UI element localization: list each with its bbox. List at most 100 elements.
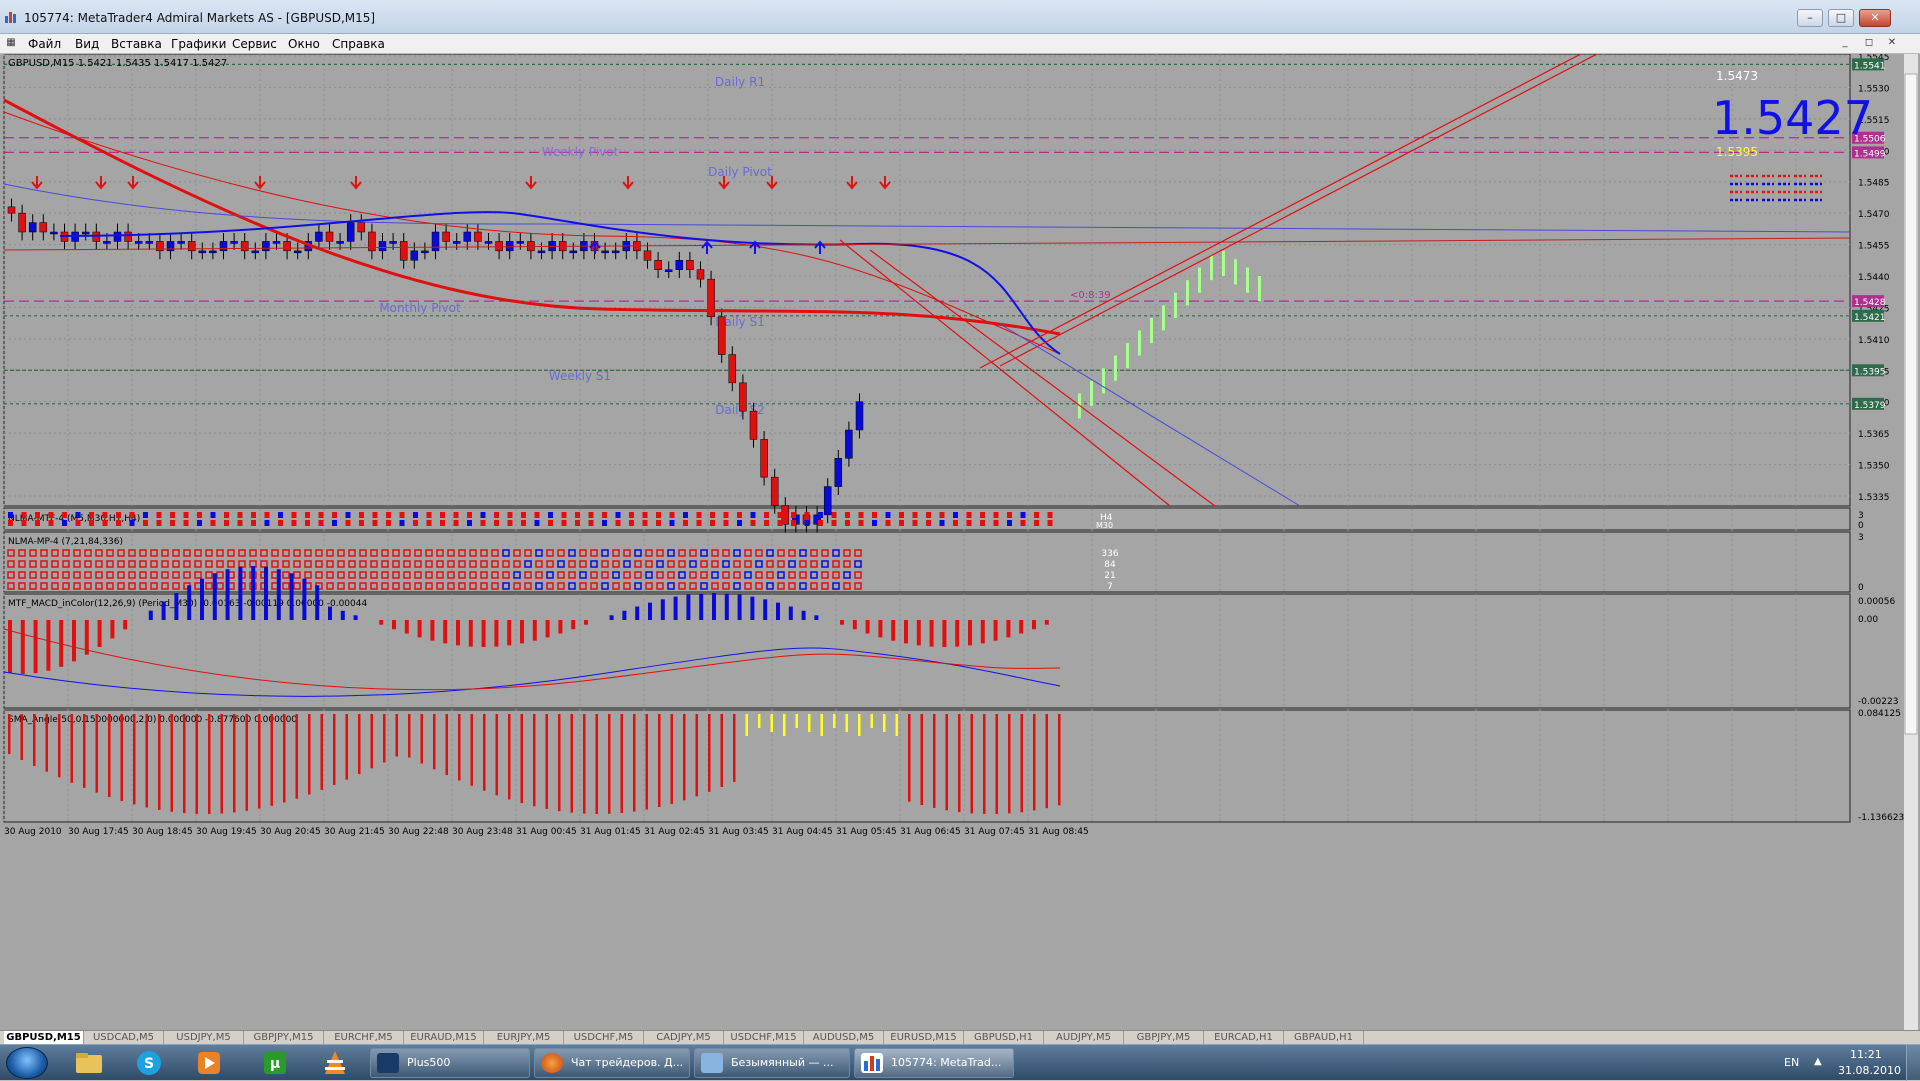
mtf-dot	[494, 520, 499, 526]
start-button[interactable]	[6, 1047, 48, 1079]
sma-bar	[158, 714, 161, 810]
candle	[187, 233, 196, 260]
utorrent-pin[interactable]: µ	[252, 1048, 298, 1078]
mtf-dot	[588, 512, 594, 518]
tray-arrow-icon[interactable]: ▲	[1814, 1056, 1822, 1067]
price-chart[interactable]: 1.55451.55301.55151.55001.54851.54701.54…	[0, 54, 1920, 1030]
mp-dot	[788, 571, 796, 579]
chart-window[interactable]: 1.55451.55301.55151.55001.54851.54701.54…	[0, 54, 1920, 1030]
mp-dot	[7, 560, 15, 568]
macd-bar	[264, 566, 268, 620]
mtf-dot	[818, 512, 823, 518]
menu-charts[interactable]: Графики	[171, 37, 226, 51]
symbol-tab[interactable]: USDCHF,M15	[724, 1031, 804, 1045]
menu-service[interactable]: Сервис	[232, 37, 277, 51]
mtf-dot	[899, 520, 904, 526]
mtf-dot	[912, 520, 918, 526]
mp-dot	[51, 582, 59, 590]
task-metatrader[interactable]: 105774: MetaTrad...	[854, 1048, 1014, 1078]
task-firefox[interactable]: Чат трейдеров. Д...	[534, 1048, 690, 1078]
mtf-dot	[642, 520, 648, 526]
symbol-tab[interactable]: GBPAUD,H1	[1284, 1031, 1364, 1045]
mp-dot	[458, 549, 466, 557]
mdi-close-button[interactable]: ✕	[1885, 36, 1899, 50]
mtf-dot	[899, 512, 904, 518]
mtf-dot	[35, 512, 40, 518]
menu-view[interactable]: Вид	[75, 37, 99, 51]
language-indicator[interactable]: EN	[1784, 1056, 1799, 1069]
menu-help[interactable]: Справка	[332, 37, 385, 51]
mdi-restore-button[interactable]: ◻	[1862, 36, 1876, 50]
show-desktop-button[interactable]	[1906, 1045, 1920, 1081]
minimize-button[interactable]: –	[1797, 9, 1823, 27]
mp-dot	[106, 571, 114, 579]
mp-dot	[216, 560, 224, 568]
task-plus500[interactable]: Plus500	[370, 1048, 530, 1078]
mtf-dot	[831, 520, 837, 526]
clock-date[interactable]: 31.08.2010	[1838, 1064, 1901, 1077]
symbol-tab[interactable]: EURAUD,M15	[404, 1031, 484, 1045]
mp-dot	[205, 549, 213, 557]
clock-time[interactable]: 11:21	[1850, 1048, 1882, 1061]
mp-dot	[183, 571, 191, 579]
menu-window[interactable]: Окно	[288, 37, 320, 51]
explorer-pin[interactable]	[66, 1048, 112, 1078]
skype-pin[interactable]: S	[126, 1048, 172, 1078]
mp-dot	[304, 549, 312, 557]
candle-body	[187, 241, 196, 252]
mtf-dot	[588, 520, 594, 526]
mdi-minimize-button[interactable]: _	[1838, 36, 1852, 50]
mtf-dot	[575, 512, 580, 518]
candle-body	[230, 241, 238, 244]
symbol-tab[interactable]: EURCAD,H1	[1204, 1031, 1284, 1045]
mp-dot	[414, 571, 422, 579]
mp-dot	[326, 571, 334, 579]
symbol-tab[interactable]: USDCHF,M5	[564, 1031, 644, 1045]
mp-dot	[535, 560, 543, 568]
candle-body	[834, 458, 843, 487]
mp-dot	[557, 571, 565, 579]
mtf-dot	[1020, 512, 1026, 518]
time-axis-label: 31 Aug 04:45	[772, 827, 833, 837]
mp-dot	[799, 560, 807, 568]
symbol-tab[interactable]: EURJPY,M5	[484, 1031, 564, 1045]
maximize-button[interactable]: □	[1828, 9, 1854, 27]
symbol-tab[interactable]: GBPJPY,M5	[1124, 1031, 1204, 1045]
mp-dot	[117, 549, 125, 557]
mp-dot	[359, 571, 367, 579]
mp-dot	[348, 560, 356, 568]
symbol-tab[interactable]: CADJPY,M5	[644, 1031, 724, 1045]
close-button[interactable]: ✕	[1859, 9, 1891, 27]
symbol-tab[interactable]: GBPUSD,M15	[4, 1031, 84, 1045]
symbol-tab[interactable]: EURUSD,M15	[884, 1031, 964, 1045]
sma-bar	[345, 714, 348, 780]
task-paint[interactable]: Безымянный — ...	[694, 1048, 850, 1078]
sma-bar	[1045, 714, 1048, 809]
symbol-tab[interactable]: GBPJPY,M15	[244, 1031, 324, 1045]
menu-insert[interactable]: Вставка	[111, 37, 162, 51]
symbol-tab[interactable]: AUDJPY,M5	[1044, 1031, 1124, 1045]
mp-dot	[502, 560, 510, 568]
macd-bar	[200, 578, 204, 620]
symbol-tab[interactable]: AUDUSD,M5	[804, 1031, 884, 1045]
mtf-dot	[170, 520, 175, 526]
macd-bar	[814, 615, 819, 620]
symbol-tab[interactable]: USDCAD,M5	[84, 1031, 164, 1045]
symbol-tab[interactable]: USDJPY,M5	[164, 1031, 244, 1045]
sma-bar	[370, 714, 373, 769]
mtf-dot	[426, 512, 432, 518]
ask-price: 1.5473	[1716, 69, 1758, 83]
symbol-tab[interactable]: EURCHF,M5	[324, 1031, 404, 1045]
mp-dot	[634, 560, 642, 568]
sma-bar	[795, 714, 798, 728]
symbol-tab[interactable]: GBPUSD,H1	[964, 1031, 1044, 1045]
mp-dot	[40, 582, 48, 590]
menu-file[interactable]: Файл	[28, 37, 61, 51]
macd-bar	[404, 620, 409, 634]
price-tag-label: 1.5541	[1854, 61, 1886, 71]
macd-bar	[878, 620, 883, 638]
mtf-dot	[737, 512, 742, 518]
sma-bar	[670, 714, 673, 804]
vlc-pin[interactable]	[312, 1048, 358, 1078]
media-player-pin[interactable]	[186, 1048, 232, 1078]
